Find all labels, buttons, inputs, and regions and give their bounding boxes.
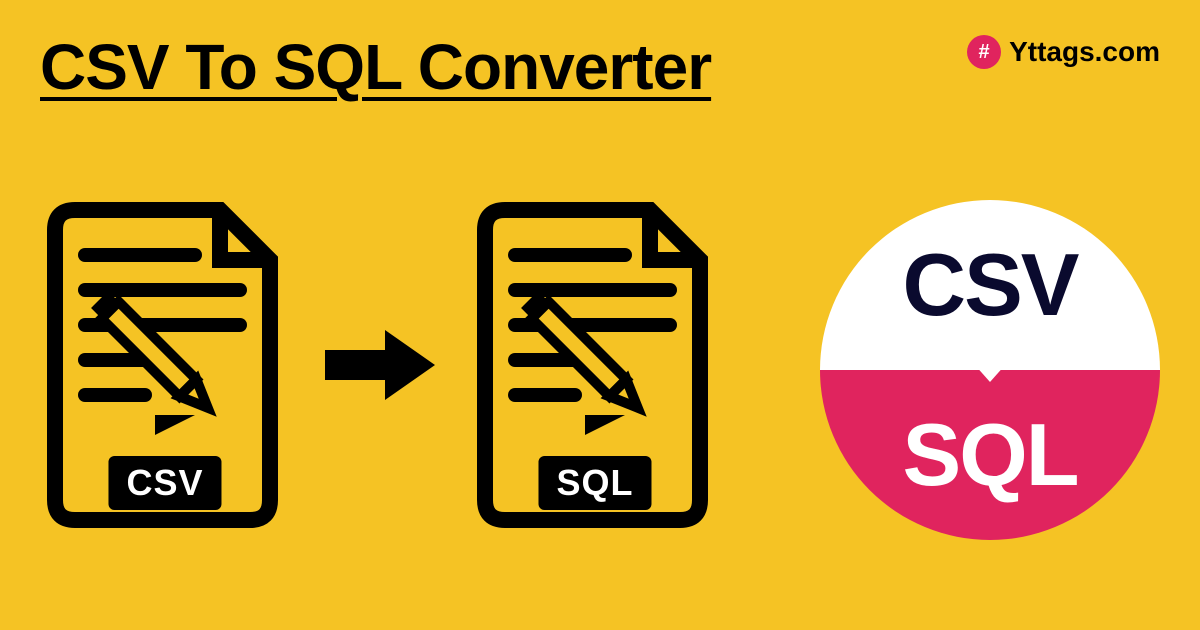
hash-icon: # xyxy=(967,35,1001,69)
brand-logo: # Yttags.com xyxy=(967,35,1160,69)
chevron-down-icon xyxy=(974,364,1006,382)
brand-text: Yttags.com xyxy=(1009,36,1160,68)
badge-bottom-half: SQL xyxy=(820,370,1160,540)
sql-document-icon: SQL xyxy=(470,200,720,530)
page-title: CSV To SQL Converter xyxy=(40,30,711,104)
badge-sql-text: SQL xyxy=(903,404,1078,506)
sql-label: SQL xyxy=(538,456,651,510)
csv-sql-badge: CSV SQL xyxy=(820,200,1160,540)
csv-document-icon: CSV xyxy=(40,200,290,530)
csv-label: CSV xyxy=(108,456,221,510)
conversion-illustration: CSV SQL xyxy=(40,200,720,530)
badge-csv-text: CSV xyxy=(903,234,1078,336)
arrow-right-icon xyxy=(320,325,440,405)
badge-top-half: CSV xyxy=(820,200,1160,370)
